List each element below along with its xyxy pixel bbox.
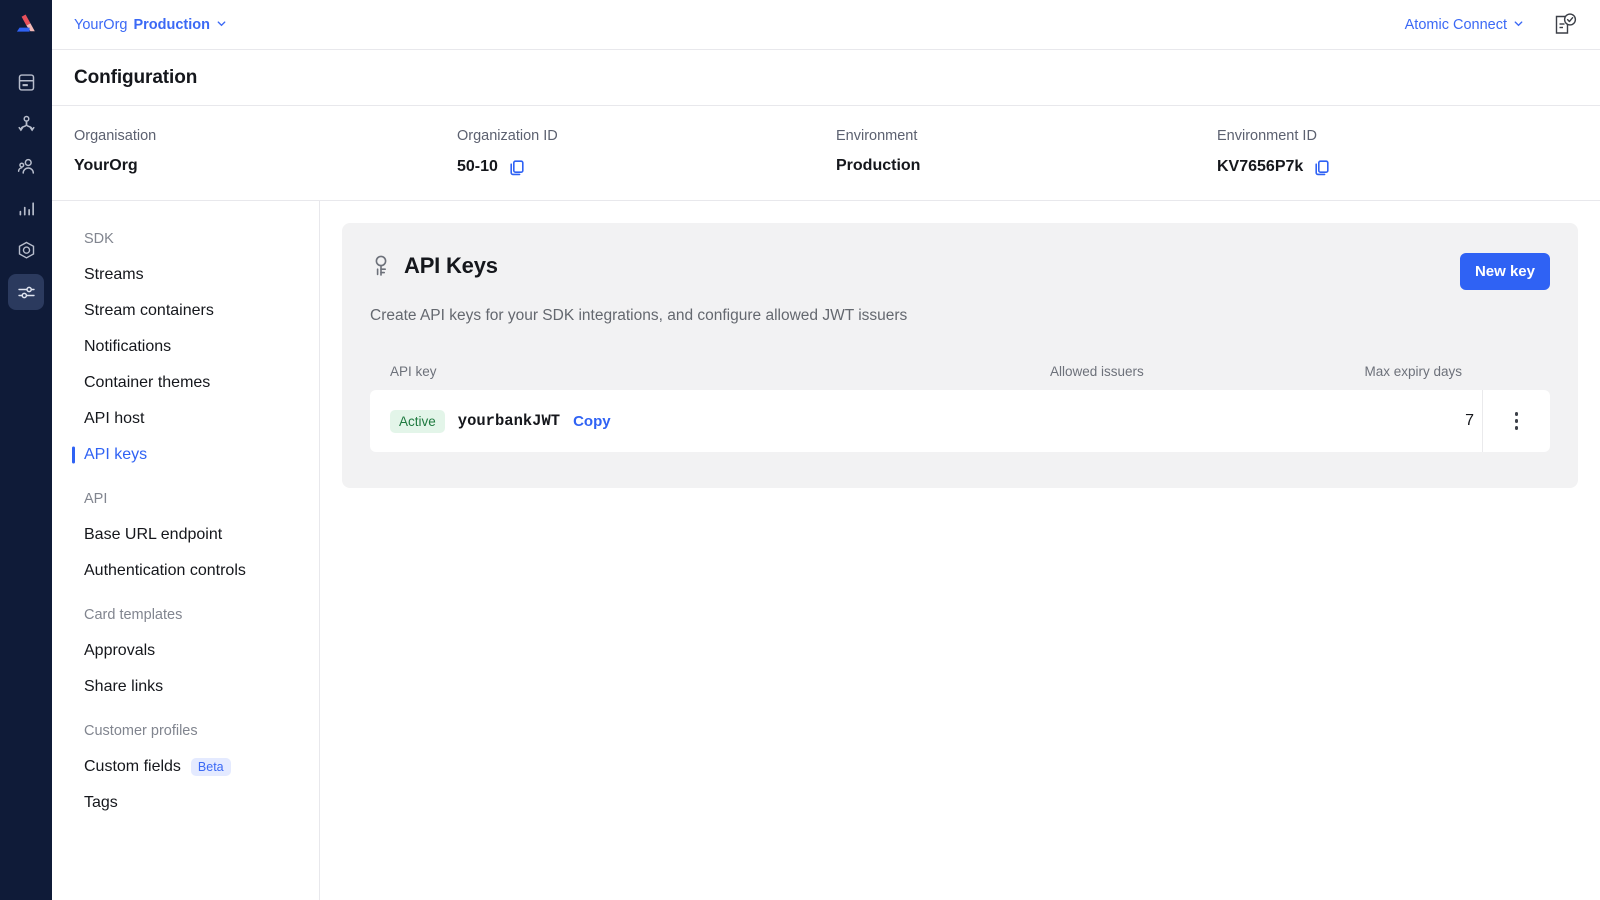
nav-item-approvals[interactable]: Approvals — [52, 633, 319, 669]
rail-item-workbench[interactable] — [8, 232, 44, 268]
body-area: SDK Streams Stream containers Notificati… — [52, 201, 1600, 900]
atomic-connect-menu[interactable]: Atomic Connect — [1405, 17, 1524, 33]
environment-info-strip: Organisation YourOrg Organization ID 50-… — [52, 106, 1600, 201]
nav-item-notifications[interactable]: Notifications — [52, 329, 319, 365]
atomic-connect-label: Atomic Connect — [1404, 16, 1507, 33]
nav-item-label: Tags — [84, 794, 118, 811]
rail-item-list — [8, 64, 44, 310]
content-area: API Keys New key Create API keys for you… — [320, 201, 1600, 900]
copy-environment-id-icon[interactable] — [1312, 157, 1332, 177]
column-header-api-key: API key — [390, 364, 437, 379]
row-actions-menu-button[interactable] — [1482, 390, 1550, 452]
nav-item-api-host[interactable]: API host — [52, 401, 319, 437]
nav-item-label: API host — [84, 410, 145, 427]
rail-item-customers[interactable] — [8, 148, 44, 184]
nav-item-label: Share links — [84, 678, 164, 695]
column-header-allowed-issuers: Allowed issuers — [1050, 364, 1144, 379]
nav-item-share-links[interactable]: Share links — [52, 669, 319, 705]
nav-item-streams[interactable]: Streams — [52, 257, 319, 293]
nav-group-api: API Base URL endpoint Authentication con… — [52, 491, 319, 589]
nav-item-label: Base URL endpoint — [84, 526, 223, 543]
nav-item-base-url-endpoint[interactable]: Base URL endpoint — [52, 517, 319, 553]
rail-item-configuration[interactable] — [8, 274, 44, 310]
page-title: Configuration — [74, 66, 198, 88]
copy-organization-id-icon[interactable] — [507, 157, 527, 177]
nav-item-authentication-controls[interactable]: Authentication controls — [52, 553, 319, 589]
info-value: 50-10 — [457, 157, 836, 177]
configuration-nav: SDK Streams Stream containers Notificati… — [52, 201, 320, 900]
api-keys-subtitle: Create API keys for your SDK integration… — [370, 307, 908, 324]
nav-group-customer-profiles: Customer profiles Custom fields Beta Tag… — [52, 723, 319, 821]
atomic-logo[interactable] — [0, 0, 52, 50]
api-keys-card: API Keys New key Create API keys for you… — [342, 223, 1578, 488]
api-key-name: yourbankJWT — [457, 412, 561, 430]
rail-item-cards[interactable] — [8, 64, 44, 100]
new-key-button[interactable]: New key — [1459, 253, 1550, 290]
nav-item-tags[interactable]: Tags — [52, 785, 319, 821]
chevron-down-icon — [1513, 17, 1524, 33]
api-keys-title: API Keys — [404, 253, 498, 278]
nav-item-api-keys[interactable]: API keys — [52, 437, 319, 473]
nav-group-card-templates: Card templates Approvals Share links — [52, 607, 319, 705]
main-pane: YourOrg Production Atomic Connect Config… — [52, 0, 1600, 900]
nav-heading: SDK — [84, 231, 114, 247]
info-label: Organisation — [74, 128, 157, 144]
nav-item-custom-fields[interactable]: Custom fields Beta — [52, 749, 319, 785]
nav-item-stream-containers[interactable]: Stream containers — [52, 293, 319, 329]
nav-item-label: Custom fields — [84, 758, 181, 775]
cell-allowed-issuers — [1070, 390, 1320, 452]
nav-heading: Card templates — [84, 607, 183, 623]
primary-nav-rail — [0, 0, 52, 900]
cell-max-expiry-days: 7 — [1465, 412, 1474, 429]
api-keys-card-header: API Keys New key — [370, 253, 1550, 290]
cell-api-key: Active yourbankJWT Copy — [370, 390, 1070, 452]
rail-item-journeys[interactable] — [8, 106, 44, 142]
info-cell-environment-id: Environment ID KV7656P7k — [1217, 128, 1332, 177]
table-row[interactable]: Active yourbankJWT Copy 7 — [370, 390, 1550, 452]
top-bar: YourOrg Production Atomic Connect — [52, 0, 1600, 50]
nav-item-label: Stream containers — [84, 302, 214, 319]
info-label: Environment — [836, 128, 918, 144]
nav-heading: API — [84, 491, 108, 507]
beta-badge: Beta — [190, 758, 231, 776]
chevron-down-icon — [216, 17, 227, 33]
api-keys-table: API key Allowed issuers Max expiry days … — [370, 364, 1550, 452]
app-root: YourOrg Production Atomic Connect Config… — [0, 0, 1600, 900]
org-name-label: YourOrg — [74, 16, 128, 33]
table-header-row: API key Allowed issuers Max expiry days — [370, 364, 1550, 390]
info-cell-organization-id: Organization ID 50-10 — [457, 128, 836, 177]
info-label: Environment ID — [1217, 128, 1317, 144]
rail-item-analytics[interactable] — [8, 190, 44, 226]
environment-value: Production — [836, 157, 921, 174]
copy-api-key-button[interactable]: Copy — [573, 413, 611, 430]
info-value: Production — [836, 157, 1217, 175]
nav-item-label: Notifications — [84, 338, 172, 355]
info-cell-environment: Environment Production — [836, 128, 1217, 175]
document-check-icon[interactable] — [1550, 10, 1580, 40]
kebab-menu-icon — [1514, 412, 1519, 430]
organization-id-value: 50-10 — [457, 158, 498, 175]
page-title-bar: Configuration — [52, 50, 1600, 106]
info-cell-organisation: Organisation YourOrg — [74, 128, 457, 175]
nav-item-container-themes[interactable]: Container themes — [52, 365, 319, 401]
nav-item-label: Streams — [84, 266, 144, 283]
key-icon — [370, 254, 392, 278]
info-label: Organization ID — [457, 128, 558, 144]
nav-item-label: Authentication controls — [84, 562, 246, 579]
environment-id-value: KV7656P7k — [1217, 158, 1304, 175]
nav-item-label: Container themes — [84, 374, 211, 391]
nav-group-sdk: SDK Streams Stream containers Notificati… — [52, 231, 319, 473]
info-value: YourOrg — [74, 157, 457, 175]
info-value: KV7656P7k — [1217, 157, 1332, 177]
status-badge: Active — [390, 409, 445, 433]
top-bar-right-group: Atomic Connect — [1405, 10, 1580, 40]
org-environment-switcher[interactable]: YourOrg Production — [74, 17, 227, 33]
nav-heading: Customer profiles — [84, 723, 198, 739]
column-header-max-expiry-days: Max expiry days — [1364, 364, 1462, 379]
organisation-value: YourOrg — [74, 157, 138, 174]
nav-item-label: API keys — [84, 446, 148, 463]
card-title-wrap: API Keys — [370, 253, 498, 279]
nav-item-label: Approvals — [84, 642, 156, 659]
environment-name-label: Production — [133, 16, 210, 33]
